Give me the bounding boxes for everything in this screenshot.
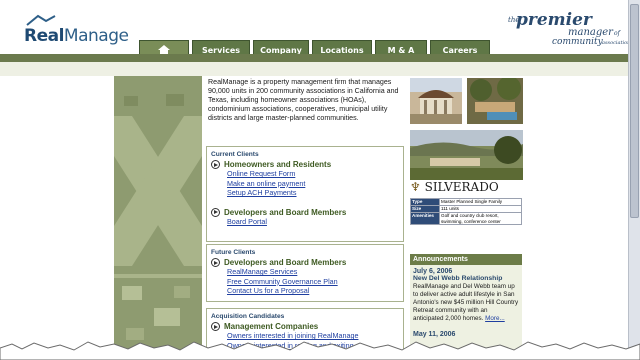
gazebo-photo [410, 78, 462, 124]
scrollbar-thumb[interactable] [630, 4, 639, 218]
logo-text-manage: Manage [63, 26, 129, 46]
logo-text: RealManage [24, 26, 129, 46]
play-arrow-icon [211, 258, 220, 267]
governance-plan-link[interactable]: Free Community Governance Plan [227, 277, 403, 287]
tagline-of: of [614, 30, 620, 37]
current-clients-box: Current Clients Homeowners and Residents… [206, 146, 404, 242]
tagline-community: community [552, 37, 603, 47]
pool-terrace-photo [467, 78, 523, 124]
torn-edge-effect [0, 341, 640, 360]
current-clients-title: Current Clients [211, 151, 259, 158]
developers-heading: Developers and Board Members [224, 207, 347, 217]
silverado-name: SILVERADO [424, 180, 499, 194]
future-clients-box: Future Clients Developers and Board Memb… [206, 244, 404, 302]
logo-text-real: Real [24, 26, 64, 46]
announcement-more-link[interactable]: More... [485, 315, 505, 322]
acquisition-title: Acquisition Candidates [211, 313, 285, 320]
nav-bar-strip [0, 54, 628, 62]
announcement-headline: New Del Webb Relationship [413, 275, 503, 282]
online-request-form-link[interactable]: Online Request Form [227, 169, 403, 179]
decorative-map-panel [114, 76, 202, 360]
proposal-contact-link[interactable]: Contact Us for a Proposal [227, 286, 403, 296]
homeowners-heading: Homeowners and Residents [224, 160, 332, 169]
street-map-graphic [114, 76, 202, 360]
intro-paragraph: RealManage is a property management firm… [208, 78, 399, 123]
announcements-header: Announcements [410, 254, 522, 265]
facts-row-amenities: Amenities Golf and country club resort, s… [410, 212, 522, 225]
facts-row-type: Type Master Planned Single Family [410, 198, 522, 206]
fact-value: Master Planned Single Family [439, 198, 522, 206]
main-content: RealManage is a property management firm… [206, 76, 406, 360]
future-developers-section: Developers and Board Members [211, 258, 403, 267]
homeowners-section: Homeowners and Residents [211, 160, 403, 169]
future-developers-heading: Developers and Board Members [224, 258, 347, 267]
subheader-band [0, 62, 628, 76]
valley-resort-photo [410, 130, 523, 180]
facts-row-size: Size 111 units [410, 205, 522, 213]
online-payment-link[interactable]: Make an online payment [227, 179, 403, 189]
tagline-associations: associations [602, 40, 628, 46]
fact-value: Golf and country club resort, swimming, … [439, 212, 522, 225]
silverado-title: ♆ SILVERADO [410, 180, 522, 198]
announcement-body: RealManage and Del Webb team up to deliv… [413, 283, 519, 323]
play-arrow-icon [211, 160, 220, 169]
developers-section: Developers and Board Members [211, 207, 403, 217]
browser-page: RealManage the premier manager of commun… [0, 0, 628, 360]
premier-manager-tagline: the premier manager of community associa… [508, 10, 628, 50]
fact-key: Amenities [410, 212, 440, 225]
house-roof-icon [26, 14, 56, 26]
play-arrow-icon [211, 207, 220, 217]
fact-key: Type [410, 198, 440, 206]
site-header: RealManage the premier manager of commun… [0, 0, 628, 60]
fact-value: 111 units [439, 205, 522, 213]
fact-key: Size [410, 205, 440, 213]
ach-payments-link[interactable]: Setup ACH Payments [227, 188, 403, 198]
realmanage-services-link[interactable]: RealManage Services [227, 267, 403, 277]
silverado-facts-table: Type Master Planned Single Family Size 111… [410, 198, 522, 225]
future-clients-title: Future Clients [211, 249, 256, 256]
silverado-emblem-icon: ♆ [410, 180, 421, 194]
board-portal-link[interactable]: Board Portal [227, 217, 403, 227]
announcement-date: July 6, 2006 [413, 268, 453, 275]
vertical-scrollbar[interactable] [628, 0, 640, 360]
